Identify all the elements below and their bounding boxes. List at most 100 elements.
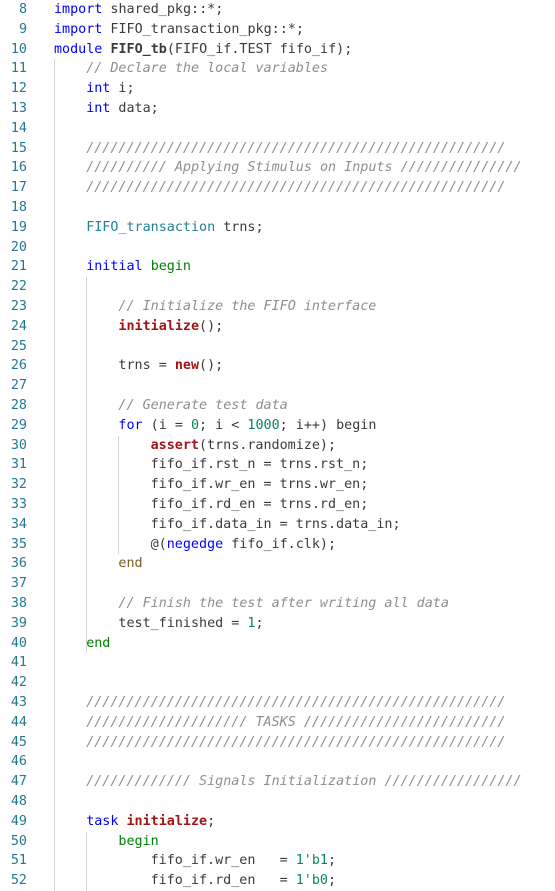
code-line[interactable]: 35 @(negedge fifo_if.clk);	[0, 535, 555, 555]
code-line[interactable]: 22	[0, 277, 555, 297]
code-line[interactable]: 32 fifo_if.wr_en = trns.wr_en;	[0, 475, 555, 495]
code-line[interactable]: 52 fifo_if.rd_en = 1'b0;	[0, 871, 555, 891]
code-line[interactable]: 41	[0, 653, 555, 673]
code-token: module	[54, 41, 103, 57]
code-line[interactable]: 21 initial begin	[0, 257, 555, 277]
code-line[interactable]: 16 ////////// Applying Stimulus on Inputs…	[0, 158, 555, 178]
code-line[interactable]: 44 //////////////////// TASKS ///////////…	[0, 713, 555, 733]
line-number: 27	[10, 378, 27, 394]
code-token: ///////////// Signals Initialization ///…	[86, 774, 522, 790]
code-text: ////////////////////////////////////////…	[86, 693, 505, 713]
code-token: new	[174, 358, 200, 374]
code-text: FIFO_transaction trns;	[86, 218, 263, 238]
code-token: end	[118, 556, 143, 572]
code-text: // Initialize the FIFO interface	[118, 297, 376, 317]
code-text: test_finished = 1;	[118, 614, 263, 634]
code-token: data;	[110, 101, 159, 116]
code-line[interactable]: 47 ///////////// Signals Initialization /…	[0, 772, 555, 792]
line-number: 35	[10, 536, 27, 552]
code-line[interactable]: 45 //////////////////////////////////////…	[0, 733, 555, 753]
line-number: 24	[10, 318, 27, 334]
code-text: ////////////////////////////////////////…	[86, 139, 505, 159]
code-line[interactable]: 36 end	[0, 554, 555, 574]
code-token: task	[86, 813, 119, 829]
code-token: test_finished =	[118, 615, 248, 631]
code-token: ////////////////////////////////////////…	[86, 180, 506, 196]
code-line[interactable]: 17 //////////////////////////////////////…	[0, 178, 555, 198]
code-line[interactable]: 23 // Initialize the FIFO interface	[0, 297, 555, 317]
code-line[interactable]: 39 test_finished = 1;	[0, 614, 555, 634]
code-line[interactable]: 34 fifo_if.data_in = trns.data_in;	[0, 515, 555, 535]
code-line[interactable]: 28 // Generate test data	[0, 396, 555, 416]
code-line[interactable]: 31 fifo_if.rst_n = trns.rst_n;	[0, 455, 555, 475]
line-number: 31	[10, 457, 27, 473]
code-line[interactable]: 43 //////////////////////////////////////…	[0, 693, 555, 713]
line-number: 33	[10, 497, 27, 512]
code-line[interactable]: 42	[0, 673, 555, 693]
code-text: initialize();	[118, 317, 223, 337]
code-line[interactable]: 37	[0, 574, 555, 594]
code-token: ////////////////////////////////////////…	[86, 140, 506, 156]
code-token: 1'b0	[295, 873, 328, 889]
code-token: (trns.randomize);	[198, 437, 337, 453]
code-line[interactable]: 26 trns = new();	[0, 356, 555, 376]
code-editor[interactable]: 8 import shared_pkg::*; 9 import FIFO_trans…	[0, 0, 555, 891]
code-token: fifo_if.rd_en =	[150, 873, 296, 889]
code-line[interactable]: 29 for (i = 0; i < 1000; i++) begin	[0, 416, 555, 436]
code-line[interactable]: 30 assert(trns.randomize);	[0, 436, 555, 456]
line-number: 44	[10, 714, 27, 730]
code-line[interactable]: 9 import FIFO_transaction_pkg::*;	[0, 20, 555, 40]
code-line[interactable]: 33 fifo_if.rd_en = trns.rd_en;	[0, 495, 555, 515]
code-token: import	[54, 2, 103, 17]
code-line[interactable]: 8 import shared_pkg::*;	[0, 0, 555, 20]
line-number: 46	[10, 754, 27, 770]
code-line[interactable]: 13 int data;	[0, 99, 555, 119]
line-number: 41	[10, 655, 27, 671]
line-number: 40	[10, 635, 27, 651]
code-line[interactable]: 20	[0, 238, 555, 258]
line-number: 20	[10, 239, 27, 255]
line-number: 36	[10, 556, 27, 572]
code-line[interactable]: 18	[0, 198, 555, 218]
code-token: ////////// Applying Stimulus on Inputs /…	[86, 160, 522, 176]
code-token: FIFO_tb	[110, 41, 167, 57]
line-number: 12	[10, 81, 27, 97]
code-text: fifo_if.wr_en = trns.wr_en;	[151, 475, 369, 495]
line-number: 51	[10, 853, 27, 869]
code-line[interactable]: 38 // Finish the test after writing all d…	[0, 594, 555, 614]
line-number: 25	[10, 338, 27, 354]
code-line[interactable]: 11 // Declare the local variables	[0, 59, 555, 79]
code-token: begin	[118, 833, 159, 849]
line-number: 38	[10, 596, 27, 611]
code-line[interactable]: 48	[0, 792, 555, 812]
code-line[interactable]: 25	[0, 337, 555, 357]
code-token: ;	[255, 615, 264, 631]
code-token: int	[86, 81, 111, 97]
code-token: initialize	[118, 318, 200, 334]
code-line[interactable]: 40 end	[0, 634, 555, 654]
code-token: negedge	[166, 536, 224, 552]
code-line[interactable]: 51 fifo_if.wr_en = 1'b1;	[0, 851, 555, 871]
code-line[interactable]: 14	[0, 119, 555, 139]
code-token: assert	[150, 437, 199, 453]
code-token: ////////////////////////////////////////…	[86, 734, 506, 750]
code-line[interactable]: 19 FIFO_transaction trns;	[0, 218, 555, 238]
code-text: int data;	[86, 99, 159, 119]
code-token: (FIFO_if.TEST fifo_if);	[166, 41, 353, 57]
line-number: 26	[10, 358, 27, 374]
line-number: 8	[18, 2, 27, 17]
code-text: //////////////////// TASKS /////////////…	[86, 713, 505, 733]
code-line[interactable]: 46	[0, 752, 555, 772]
code-line[interactable]: 12 int i;	[0, 79, 555, 99]
code-token: //////////////////// TASKS /////////////…	[86, 714, 506, 730]
code-line[interactable]: 15 //////////////////////////////////////…	[0, 139, 555, 159]
code-line[interactable]: 10 module FIFO_tb(FIFO_if.TEST fifo_if);	[0, 40, 555, 60]
code-text: @(negedge fifo_if.clk);	[151, 535, 336, 555]
code-line[interactable]: 50 begin	[0, 832, 555, 852]
code-line[interactable]: 24 initialize();	[0, 317, 555, 337]
code-line[interactable]: 27	[0, 376, 555, 396]
code-token: fifo_if.clk);	[223, 536, 337, 552]
line-number: 48	[10, 794, 27, 809]
code-line[interactable]: 49 task initialize;	[0, 812, 555, 832]
code-token: fifo_if.rst_n = trns.rst_n;	[150, 457, 369, 473]
